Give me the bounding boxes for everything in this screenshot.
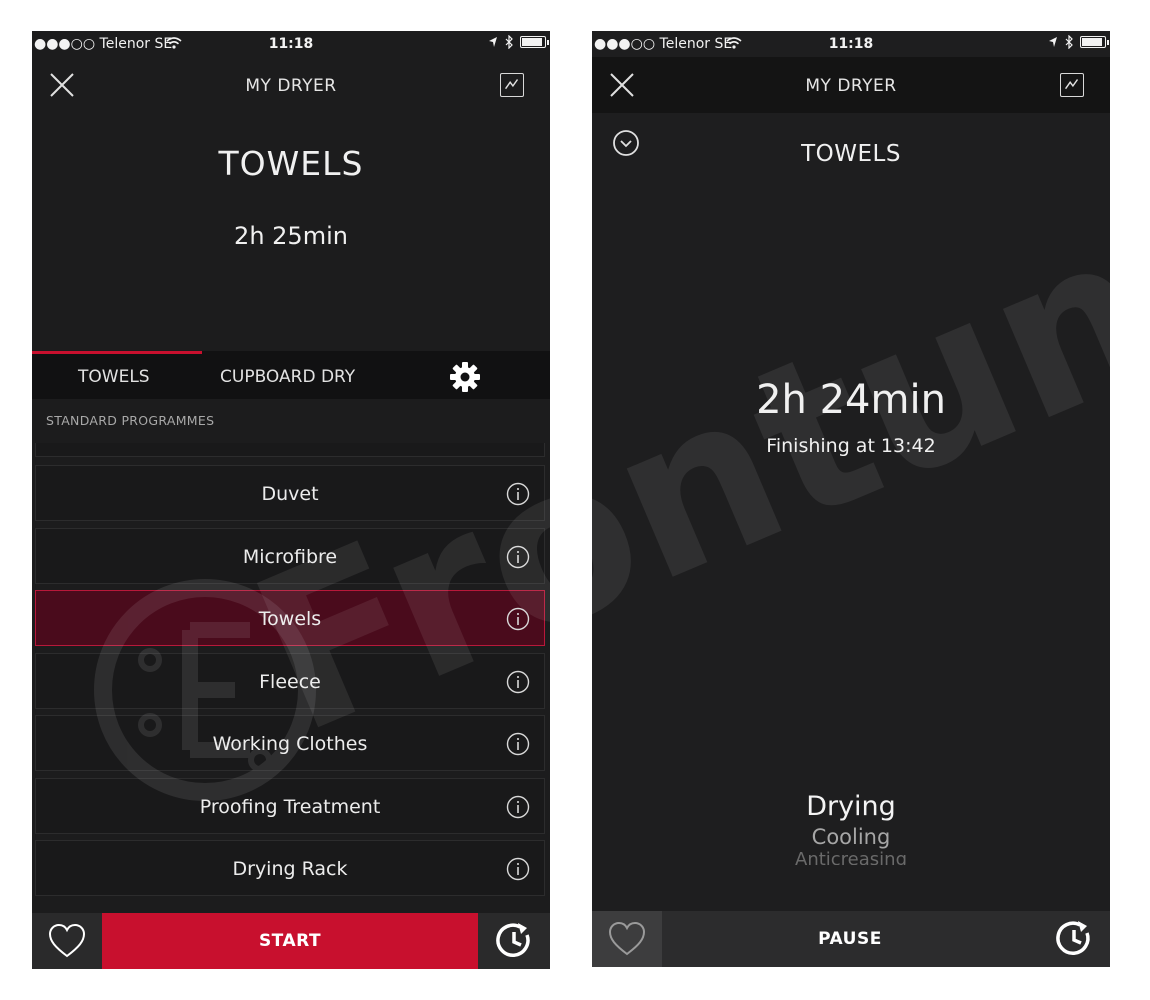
location-icon — [489, 37, 497, 47]
section-label: STANDARD PROGRAMMES — [46, 413, 215, 428]
info-icon[interactable] — [506, 795, 530, 819]
programme-select-screen: ●●●○○ Telenor SE 11:18 MY DRYER TOWELS 2… — [32, 31, 550, 969]
tab-cupboard-dry[interactable]: CUPBOARD DRY — [220, 367, 355, 387]
info-icon[interactable] — [506, 670, 530, 694]
programme-tabs: TOWELS CUPBOARD DRY — [32, 351, 550, 399]
heart-icon — [608, 921, 646, 956]
nav-title: MY DRYER — [805, 76, 897, 96]
info-icon[interactable] — [506, 545, 530, 569]
list-item-label: Towels — [258, 608, 322, 630]
status-bar: ●●●○○ Telenor SE 11:18 — [592, 31, 1110, 57]
favourite-button[interactable] — [592, 911, 662, 967]
remaining-time: 2h 24min — [756, 377, 946, 423]
chart-icon[interactable] — [500, 73, 524, 97]
phase-drying: Drying — [806, 791, 896, 822]
battery-icon — [1080, 36, 1109, 48]
info-icon[interactable] — [506, 857, 530, 881]
info-icon[interactable] — [506, 482, 530, 506]
list-item-label: Proofing Treatment — [199, 796, 381, 818]
list-item-partial — [35, 443, 545, 457]
nav-bar: MY DRYER — [592, 57, 1110, 113]
chart-icon[interactable] — [1060, 73, 1084, 97]
location-icon — [1049, 37, 1057, 47]
gear-icon[interactable] — [448, 360, 482, 394]
running-programme-screen: ●●●○○ Telenor SE 11:18 MY DRYER TOWELS 2… — [592, 31, 1110, 967]
timer-icon — [1056, 921, 1090, 955]
list-item-label: Drying Rack — [232, 858, 348, 880]
status-bar: ●●●○○ Telenor SE 11:18 — [32, 31, 550, 57]
delay-timer-button[interactable] — [1038, 911, 1110, 967]
phase-anticreasing: Anticreasing — [795, 849, 907, 865]
nav-bar: MY DRYER — [32, 57, 550, 113]
start-button[interactable]: START — [102, 913, 478, 969]
list-item-duvet[interactable]: Duvet — [35, 465, 545, 521]
bottom-action-bar: START — [32, 913, 550, 969]
info-icon[interactable] — [506, 607, 530, 631]
pause-button[interactable]: PAUSE — [662, 911, 1038, 967]
bluetooth-icon — [505, 35, 513, 49]
list-item-label: Fleece — [259, 671, 321, 693]
programme-duration: 2h 25min — [234, 222, 348, 250]
list-item-drying-rack[interactable]: Drying Rack — [35, 840, 545, 896]
list-item-fleece[interactable]: Fleece — [35, 653, 545, 709]
battery-icon — [520, 36, 549, 48]
clock: 11:18 — [828, 36, 874, 52]
timer-icon — [496, 923, 530, 957]
finishing-time: Finishing at 13:42 — [766, 435, 936, 457]
tab-towels[interactable]: TOWELS — [78, 367, 150, 387]
list-item-label: Working Clothes — [212, 733, 368, 755]
delay-timer-button[interactable] — [478, 913, 550, 969]
list-item-microfibre[interactable]: Microfibre — [35, 528, 545, 584]
programme-title: TOWELS — [218, 144, 364, 183]
list-item-working-clothes[interactable]: Working Clothes — [35, 715, 545, 771]
clock: 11:18 — [268, 36, 314, 52]
bottom-action-bar: PAUSE — [592, 911, 1110, 967]
favourite-button[interactable] — [32, 913, 102, 969]
list-item-towels[interactable]: Towels — [35, 590, 545, 646]
heart-icon — [48, 923, 86, 958]
active-tab-indicator — [32, 351, 202, 354]
info-icon[interactable] — [506, 732, 530, 756]
list-item-label: Duvet — [261, 483, 319, 505]
nav-title: MY DRYER — [245, 76, 337, 96]
list-item-proofing-treatment[interactable]: Proofing Treatment — [35, 778, 545, 834]
programme-title: TOWELS — [801, 141, 901, 167]
bluetooth-icon — [1065, 35, 1073, 49]
list-item-label: Microfibre — [242, 546, 338, 568]
phase-cooling: Cooling — [811, 825, 891, 849]
